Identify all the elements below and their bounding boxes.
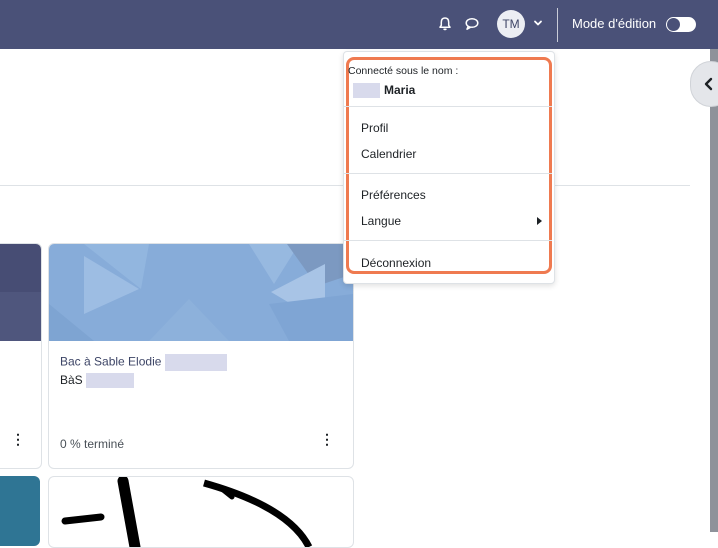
course-card-lower[interactable] [48, 476, 354, 548]
course-card-image [49, 244, 353, 341]
edit-mode-label: Mode d'édition [572, 16, 657, 31]
course-card-image [0, 244, 41, 341]
chat-bubble-icon[interactable] [462, 14, 482, 34]
redacted-text [86, 373, 135, 389]
menu-item-calendrier[interactable]: Calendrier [361, 147, 416, 161]
top-navbar: TM Mode d'édition [0, 0, 718, 49]
menu-item-preferences[interactable]: Préférences [361, 188, 426, 202]
toggle-knob [667, 18, 680, 31]
course-menu-icon[interactable]: ⋮ [11, 431, 25, 448]
edit-mode-toggle[interactable] [666, 17, 696, 32]
menu-separator [344, 240, 552, 241]
course-short-name-text: BàS [60, 373, 83, 387]
logged-in-label: Connecté sous le nom : [348, 65, 459, 77]
course-card[interactable]: Bac à Sable Elodie BàS 0 % terminé ⋮ [48, 243, 354, 469]
redacted-text [164, 354, 227, 371]
chevron-down-icon[interactable] [532, 17, 544, 29]
submenu-caret-icon [537, 217, 542, 225]
menu-separator [344, 106, 552, 107]
menu-item-deconnexion[interactable]: Déconnexion [361, 256, 431, 270]
menu-item-profil[interactable]: Profil [361, 121, 388, 135]
right-drawer-strip [710, 49, 718, 532]
course-title-text[interactable]: Bac à Sable Elodie [60, 355, 161, 369]
course-menu-icon[interactable]: ⋮ [320, 431, 334, 448]
user-avatar[interactable]: TM [497, 10, 525, 38]
open-drawer-button[interactable] [690, 61, 718, 107]
image-band [0, 292, 41, 341]
course-title[interactable]: Bac à Sable Elodie [60, 354, 227, 371]
course-card-partial-lower[interactable] [0, 476, 40, 546]
menu-item-langue[interactable]: Langue [361, 214, 401, 228]
course-short-name: BàS [60, 373, 135, 389]
chevron-left-icon [704, 77, 713, 91]
navbar-divider [557, 8, 558, 42]
redacted-text [353, 83, 380, 98]
course-card-image [61, 477, 313, 547]
bell-icon[interactable] [435, 14, 455, 34]
course-card-partial[interactable]: ⋮ [0, 243, 42, 469]
user-name: Maria [384, 83, 416, 97]
menu-separator [344, 173, 552, 174]
course-progress: 0 % terminé [60, 437, 125, 451]
